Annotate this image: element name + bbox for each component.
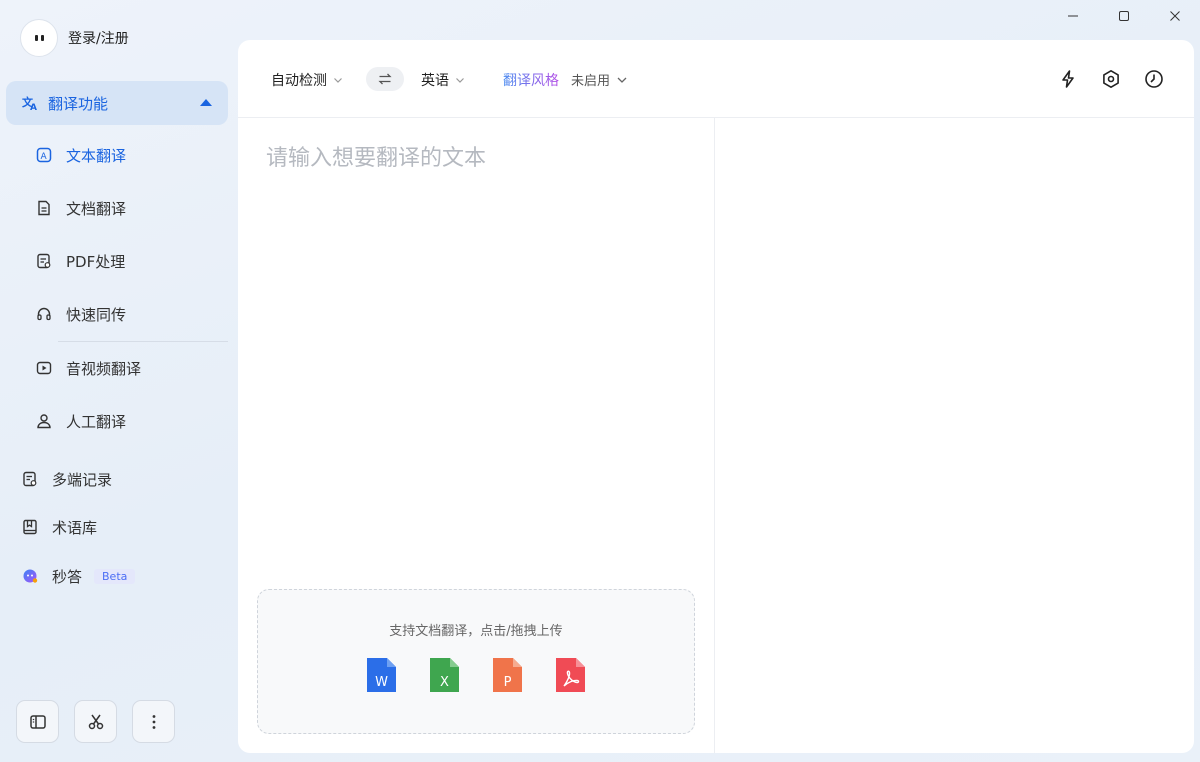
more-button[interactable] (132, 700, 175, 743)
target-language-label: 英语 (421, 73, 449, 89)
close-icon (1169, 11, 1180, 21)
translation-style-select[interactable]: 未启用 (571, 70, 628, 89)
sidebar-item-label: 音视频翻译 (66, 359, 142, 378)
history-icon (1145, 70, 1163, 88)
pane-divider (714, 118, 715, 753)
translation-style-value: 未启用 (571, 74, 611, 89)
scissors-icon (88, 714, 103, 729)
dropzone-hint: 支持文档翻译，点击/拖拽上传 (389, 624, 563, 639)
nav-group-label: 翻译功能 (48, 94, 109, 113)
lightning-icon (1062, 70, 1074, 88)
more-vertical-icon (152, 714, 155, 729)
translate-toolbar: 自动检测 英语 翻译风格 未启用 (238, 40, 1194, 118)
avatar-face-icon (34, 35, 44, 41)
sidebar-item-label: 人工翻译 (66, 412, 127, 431)
book-icon (22, 519, 38, 535)
caret-up-icon[interactable] (200, 99, 212, 106)
sidebar-item-human-translate[interactable]: 人工翻译 (36, 409, 126, 433)
word-file-icon: W (365, 656, 398, 694)
sidebar-item-label: 文本翻译 (66, 146, 127, 165)
sidebar-divider (58, 341, 228, 342)
sidebar-item-simul-interp[interactable]: 快速同传 (36, 302, 126, 326)
sidebar-item-quick-answer[interactable]: 秒答 Beta (22, 564, 136, 588)
user-login[interactable]: 登录/注册 (20, 19, 129, 57)
swap-icon (378, 73, 392, 85)
quick-mode-button[interactable] (1056, 67, 1080, 91)
maximize-button[interactable] (1098, 0, 1149, 32)
ai-bot-icon (22, 568, 38, 584)
svg-text:A: A (30, 103, 37, 111)
sidebar-item-label: 快速同传 (66, 305, 127, 324)
sidebar-item-label: 多端记录 (52, 470, 113, 489)
maximize-icon (1118, 11, 1129, 21)
minimize-button[interactable] (1047, 0, 1098, 32)
sidebar-item-multi-record[interactable]: 多端记录 (22, 467, 112, 491)
sidebar-item-label: PDF处理 (66, 252, 126, 271)
person-icon (36, 413, 52, 429)
nav-group-translation[interactable]: 文A 翻译功能 (6, 81, 228, 125)
supported-file-types: W X P (365, 656, 587, 694)
chevron-down-icon (617, 77, 627, 83)
target-language-select[interactable]: 英语 (421, 70, 465, 90)
document-icon (36, 200, 52, 216)
settings-hex-icon (1103, 70, 1119, 88)
chevron-down-icon (456, 78, 464, 83)
document-upload-dropzone[interactable]: 支持文档翻译，点击/拖拽上传 W X P (257, 589, 695, 734)
pdf-file-icon (554, 656, 587, 694)
sidebar-bottom-actions (16, 700, 175, 743)
minimize-icon (1067, 15, 1078, 17)
svg-text:A: A (41, 152, 48, 162)
screenshot-translate-button[interactable] (74, 700, 117, 743)
sidebar-toggle-button[interactable] (16, 700, 59, 743)
sidebar-item-pdf[interactable]: PDF处理 (36, 249, 125, 273)
translation-style-label[interactable]: 翻译风格 (503, 70, 559, 90)
sidebar-item-label: 秒答 (52, 567, 83, 586)
sidebar-item-termbase[interactable]: 术语库 (22, 515, 97, 539)
sidebar-item-label: 文档翻译 (66, 199, 127, 218)
video-icon (36, 360, 52, 376)
chevron-down-icon (334, 78, 342, 83)
translate-icon: 文A (22, 95, 38, 111)
window-controls (1047, 0, 1200, 32)
text-translate-icon: A (36, 147, 52, 163)
settings-button[interactable] (1099, 67, 1123, 91)
sidebar-item-doc-translate[interactable]: 文档翻译 (36, 196, 126, 220)
ppt-file-icon: P (491, 656, 524, 694)
sidebar: 登录/注册 文A 翻译功能 A 文本翻译 文档翻译 PDF处理 快速同传 音视频… (0, 0, 238, 762)
source-language-label: 自动检测 (271, 73, 327, 89)
history-button[interactable] (1142, 67, 1166, 91)
sidebar-toggle-icon (29, 714, 46, 729)
headset-icon (36, 306, 52, 322)
excel-file-letter: X (440, 675, 449, 690)
translate-panel: 自动检测 英语 翻译风格 未启用 请输入想要翻译的文本 支持文档翻译，点击/拖拽… (238, 40, 1194, 753)
login-label[interactable]: 登录/注册 (68, 28, 129, 48)
ppt-file-letter: P (504, 675, 512, 690)
source-language-select[interactable]: 自动检测 (271, 70, 343, 90)
sidebar-item-av-translate[interactable]: 音视频翻译 (36, 356, 141, 380)
source-text-input[interactable]: 请输入想要翻译的文本 (266, 140, 686, 171)
avatar[interactable] (20, 19, 58, 57)
close-button[interactable] (1149, 0, 1200, 32)
swap-languages-button[interactable] (366, 67, 404, 91)
sidebar-item-text-translate[interactable]: A 文本翻译 (36, 143, 126, 167)
excel-file-icon: X (428, 656, 461, 694)
word-file-letter: W (375, 675, 388, 690)
record-icon (22, 471, 38, 487)
pdf-icon (36, 253, 52, 269)
beta-badge: Beta (94, 568, 136, 584)
sidebar-item-label: 术语库 (52, 518, 98, 537)
